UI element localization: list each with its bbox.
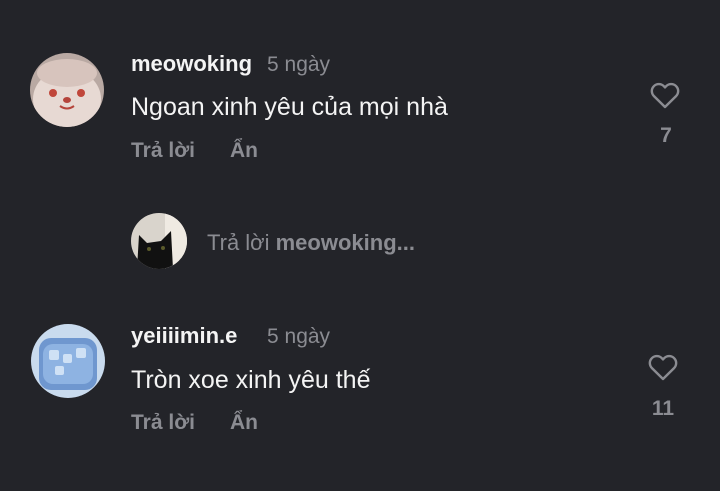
plush-face-avatar-icon [30,53,104,127]
like-button[interactable] [648,78,682,112]
reply-button[interactable]: Trả lời [131,411,195,435]
like-button[interactable] [646,350,680,384]
comment-text: Ngoan xinh yêu của mọi nhà [131,93,448,121]
black-cat-avatar-icon [131,213,187,269]
comment-username[interactable]: yeiiiimin.e [131,323,237,349]
comment-time: 5 ngày [267,53,331,76]
avatar-meowoking[interactable] [30,53,104,127]
heart-outline-icon [650,82,680,109]
avatar-yeiiiimin[interactable] [31,324,105,398]
hide-button[interactable]: Ẩn [230,411,258,435]
comment-text: Tròn xoe xinh yêu thế [131,366,371,394]
heart-outline-icon [648,354,678,381]
reply-prompt-prefix: Trả lời [207,230,270,255]
like-count: 11 [651,397,675,420]
comment-username[interactable]: meowoking [131,51,252,77]
comment-time: 5 ngày [267,325,331,348]
hide-button[interactable]: Ẩn [230,139,258,163]
reply-button[interactable]: Trả lời [131,139,195,163]
reply-avatar [131,213,187,269]
reply-prompt-target: meowoking... [275,230,415,255]
reply-prompt[interactable]: Trả lời meowoking... [207,230,415,256]
like-count: 7 [660,124,672,147]
blue-drink-avatar-icon [31,324,105,398]
